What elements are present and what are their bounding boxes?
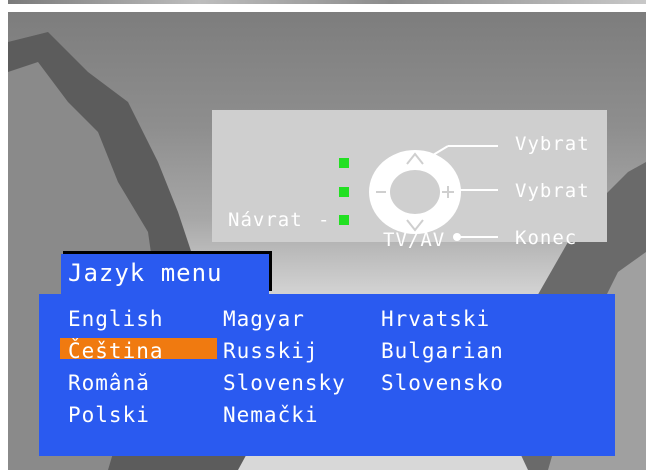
- green-indicator-icon: [339, 158, 349, 168]
- language-option-polski[interactable]: Polski: [68, 403, 150, 427]
- language-option-bulgarian[interactable]: Bulgarian: [381, 339, 504, 363]
- language-option-hrvatski[interactable]: Hrvatski: [381, 307, 490, 331]
- back-label: Návrat: [228, 209, 303, 231]
- language-option-nemacki[interactable]: Nemački: [223, 403, 319, 427]
- language-option-russkij[interactable]: Russkij: [223, 339, 319, 363]
- select-up-label: Vybrat: [515, 133, 590, 155]
- top-image-strip: [8, 0, 646, 4]
- language-option-romana[interactable]: Română: [68, 371, 150, 395]
- language-option-slovensky[interactable]: Slovensky: [223, 371, 346, 395]
- back-dash: -: [318, 209, 331, 231]
- green-indicator-icon: [339, 215, 349, 225]
- language-option-english[interactable]: English: [68, 307, 164, 331]
- select-right-label: Vybrat: [515, 180, 590, 202]
- language-option-cestina[interactable]: Čeština: [68, 339, 164, 363]
- language-option-slovensko[interactable]: Slovensko: [381, 371, 504, 395]
- language-option-magyar[interactable]: Magyar: [223, 307, 305, 331]
- menu-title: Jazyk menu: [68, 259, 223, 287]
- tv-av-label: TV/AV: [383, 229, 446, 251]
- green-indicator-icon: [339, 187, 349, 197]
- exit-label: Konec: [515, 227, 578, 249]
